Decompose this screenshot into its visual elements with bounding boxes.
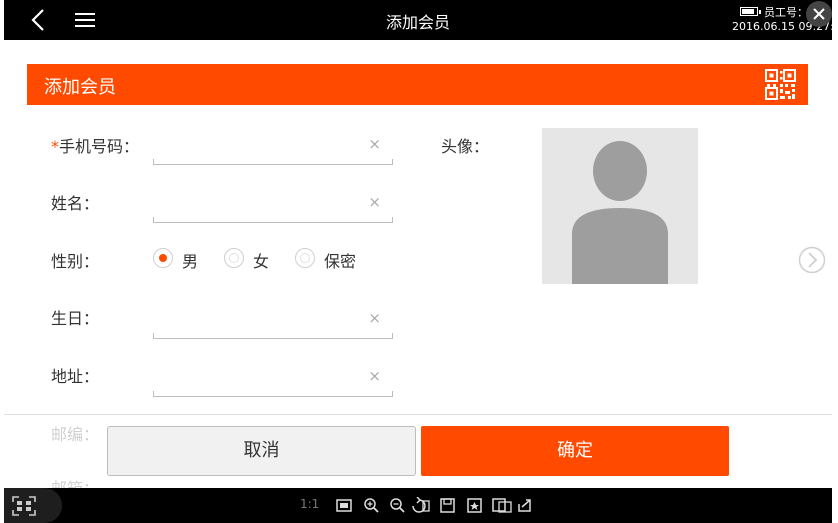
name-label: 姓名： [51,194,100,213]
bookmark-icon[interactable] [466,497,483,514]
address-label: 地址： [51,367,100,386]
required-mark: * [51,137,59,156]
rotate-icon[interactable] [409,497,431,514]
close-icon [813,8,825,20]
postcode-label: 邮编： [51,425,100,444]
page-title: 添加会员 [44,77,116,98]
radio-icon [153,248,173,268]
phone-label: *手机号码： [51,133,139,157]
save-icon[interactable] [439,497,456,514]
qr-code-icon[interactable] [765,69,796,100]
zoom-in-icon[interactable] [363,497,380,514]
radio-icon [295,248,315,268]
address-field[interactable]: × [153,363,393,397]
phone-label-text: 手机号码： [59,137,140,156]
section-header: 添加会员 [27,64,808,105]
birthday-field[interactable]: × [153,305,393,339]
cancel-button[interactable]: 取消 [107,426,416,476]
birthday-label: 生日： [51,309,100,328]
bottom-toolbar: 1:1 [4,488,832,523]
close-button[interactable] [806,1,832,27]
window-title: 添加会员 [385,13,450,32]
confirm-button[interactable]: 确定 [421,426,729,476]
radio-icon [224,248,244,268]
share-icon[interactable] [516,497,533,514]
scan-icon [12,496,36,516]
zoom-out-icon[interactable] [389,497,406,514]
gender-label: 性别： [51,252,100,271]
clear-icon[interactable]: × [368,135,381,153]
gender-option-label: 男 [182,252,199,271]
user-silhouette-icon [572,141,668,284]
battery-icon [740,7,761,16]
clear-icon[interactable]: × [368,193,381,211]
phone-field[interactable]: × [153,131,393,165]
zoom-ratio[interactable]: 1:1 [300,497,319,511]
window-icon[interactable] [491,497,513,514]
name-field[interactable]: × [153,189,393,223]
gender-option-label: 女 [253,252,270,271]
footer-divider [4,414,832,415]
avatar-label: 头像： [441,137,490,156]
avatar-picker[interactable] [542,128,698,284]
chevron-right-icon[interactable] [798,246,826,274]
top-app-bar: 添加会员 员工号：0 2016.06.15 09:27:57 [4,0,838,40]
clear-icon[interactable]: × [368,367,381,385]
clear-icon[interactable]: × [368,309,381,327]
scan-button[interactable] [4,488,62,523]
gender-option-label: 保密 [324,252,357,271]
fullscreen-icon[interactable] [334,497,354,514]
